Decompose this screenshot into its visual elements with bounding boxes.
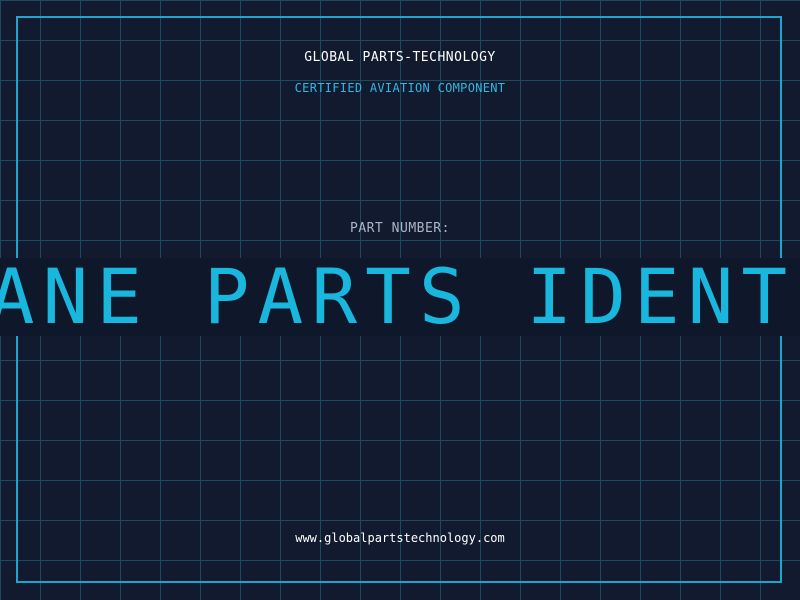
part-number-value: AIRPLANE PARTS IDENTIFICATION — [0, 258, 800, 336]
part-number-label: PART NUMBER: — [350, 221, 450, 236]
company-name: GLOBAL PARTS-TECHNOLOGY — [304, 50, 496, 65]
parts-label-screen: GLOBAL PARTS-TECHNOLOGY CERTIFIED AVIATI… — [0, 0, 800, 600]
certification-subtitle: CERTIFIED AVIATION COMPONENT — [294, 81, 506, 95]
part-number-banner: AIRPLANE PARTS IDENTIFICATION — [0, 258, 800, 336]
website-url[interactable]: www.globalpartstechnology.com — [0, 531, 800, 545]
